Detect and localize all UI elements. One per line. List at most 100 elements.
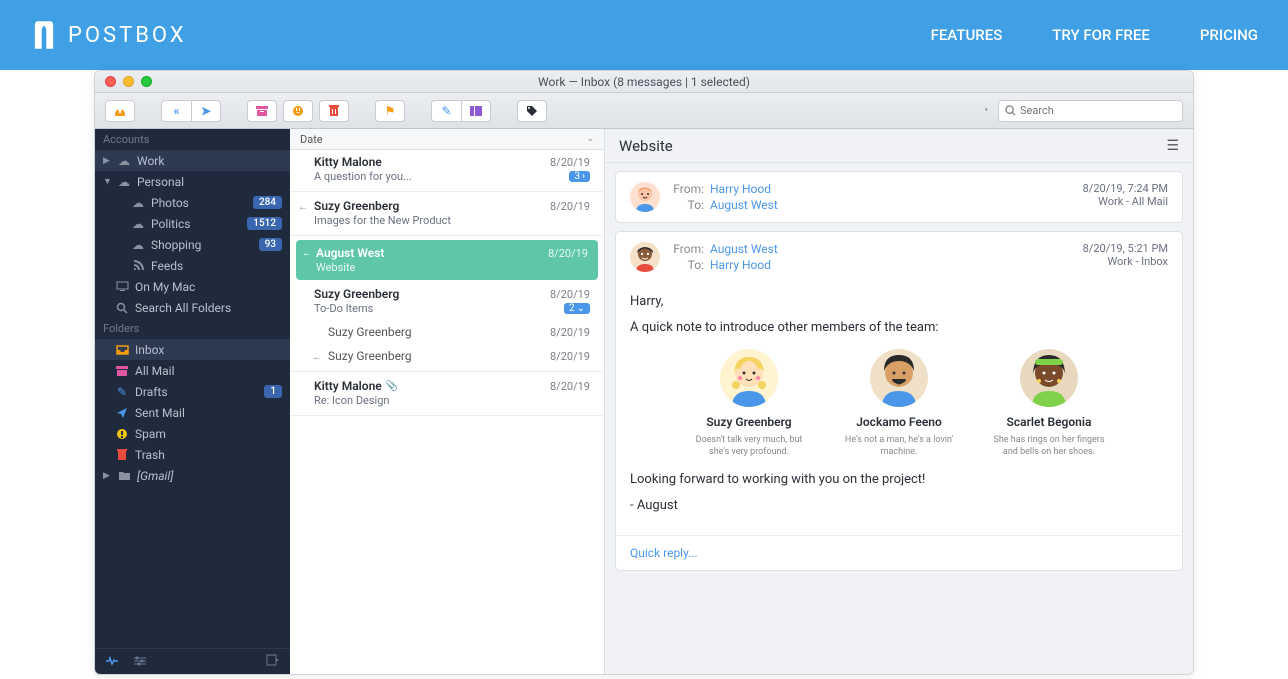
cloud-icon: ☁ <box>131 217 145 231</box>
message-row[interactable]: Kitty Malone 📎 8/20/19 Re: Icon Design <box>290 374 604 416</box>
folder-photos[interactable]: ☁ Photos 284 <box>95 192 290 213</box>
send-icon <box>115 406 129 420</box>
edit-group: ✎ <box>431 100 491 122</box>
avatar <box>630 242 660 272</box>
cloud-icon: ☁ <box>117 154 131 168</box>
search-icon <box>1005 105 1016 116</box>
flag-button[interactable]: ⚑ <box>375 100 405 122</box>
avatar <box>630 182 660 212</box>
junk-button[interactable] <box>283 100 313 122</box>
email-timestamp: 8/20/19, 5:21 PM <box>1083 242 1168 255</box>
email-content: Harry, A quick note to introduce other m… <box>616 282 1182 535</box>
folder-feeds[interactable]: Feeds <box>95 255 290 276</box>
chevron-down-icon: ▼ <box>103 176 111 187</box>
tag-button[interactable] <box>517 100 547 122</box>
app-window: Work — Inbox (8 messages | 1 selected) «… <box>94 70 1194 675</box>
message-row-thread-child[interactable]: ← Suzy Greenberg 8/20/19 <box>290 344 604 372</box>
rss-icon <box>131 259 145 273</box>
folder-shopping[interactable]: ☁ Shopping 93 <box>95 234 290 255</box>
message-row[interactable]: ← Suzy Greenberg 8/20/19 Images for the … <box>290 194 604 236</box>
toolbar-separator: • <box>985 105 988 116</box>
email-timestamp: 8/20/19, 7:24 PM <box>1083 182 1168 195</box>
search-box[interactable] <box>998 100 1183 122</box>
folder-inbox[interactable]: Inbox <box>95 339 290 360</box>
pencil-icon: ✎ <box>115 385 129 399</box>
close-window-button[interactable] <box>105 76 116 87</box>
search-input[interactable] <box>1020 104 1176 117</box>
sidebar: Accounts ▶ ☁ Work ▼ ☁ Personal ☁ Photos … <box>95 129 290 674</box>
activity-icon[interactable] <box>105 655 119 669</box>
message-row-thread-child[interactable]: Suzy Greenberg 8/20/19 <box>290 320 604 344</box>
team-member: Suzy Greenberg Doesn't talk very much, b… <box>689 349 809 458</box>
archive-icon <box>115 364 129 378</box>
chevron-right-icon: ▶ <box>103 471 111 481</box>
forward-button[interactable]: ➤ <box>191 100 221 122</box>
warning-icon <box>115 427 129 441</box>
get-mail-button[interactable] <box>105 100 135 122</box>
folder-all-mail[interactable]: All Mail <box>95 360 290 381</box>
replied-icon: ← <box>312 352 322 363</box>
nav-pricing[interactable]: PRICING <box>1200 26 1258 44</box>
folder-drafts[interactable]: ✎ Drafts 1 <box>95 381 290 402</box>
inbox-icon <box>115 343 129 357</box>
site-logo: POSTBOX <box>30 19 187 51</box>
quick-reply-field[interactable]: Quick reply... <box>616 535 1182 570</box>
folder-trash[interactable]: Trash <box>95 444 290 465</box>
account-on-my-mac[interactable]: On My Mac <box>95 276 290 297</box>
delete-button[interactable] <box>319 100 349 122</box>
count-badge: 284 <box>253 196 282 209</box>
replied-icon: ← <box>298 202 308 213</box>
preview-pane: Website ☰ From: Harry Hood To: August <box>605 129 1193 674</box>
edit-button[interactable]: ✎ <box>431 100 461 122</box>
team-row: Suzy Greenberg Doesn't talk very much, b… <box>630 349 1168 458</box>
folder-icon <box>117 469 131 483</box>
reply-forward-group: « ➤ <box>161 100 221 122</box>
message-row[interactable]: Kitty Malone 8/20/19 A question for you.… <box>290 150 604 192</box>
window-title: Work — Inbox (8 messages | 1 selected) <box>538 75 750 89</box>
folder-sent-mail[interactable]: Sent Mail <box>95 402 290 423</box>
from-label: From: <box>670 182 710 196</box>
count-badge: 1 <box>264 385 282 398</box>
count-badge: 1512 <box>247 217 282 230</box>
avatar <box>1020 349 1078 407</box>
account-personal[interactable]: ▼ ☁ Personal <box>95 171 290 192</box>
message-row[interactable]: Suzy Greenberg 8/20/19 To-Do Items 2⌄ <box>290 282 604 320</box>
attachment-icon: 📎 <box>386 381 398 392</box>
nav-try-for-free[interactable]: TRY FOR FREE <box>1052 26 1150 44</box>
message-list: Date ⌄ Kitty Malone 8/20/19 A question f… <box>290 129 605 674</box>
chevron-right-icon: ▶ <box>103 156 111 166</box>
maximize-window-button[interactable] <box>141 76 152 87</box>
folder-politics[interactable]: ☁ Politics 1512 <box>95 213 290 234</box>
preview-menu-icon[interactable]: ☰ <box>1166 138 1179 154</box>
compose-icon[interactable] <box>266 654 280 669</box>
email-thread-collapsed[interactable]: From: Harry Hood To: August West 8/20/19… <box>615 171 1183 223</box>
to-label: To: <box>670 198 710 212</box>
folder-gmail[interactable]: ▶ [Gmail] <box>95 465 290 486</box>
to-label: To: <box>670 258 710 272</box>
settings-icon[interactable] <box>133 655 147 669</box>
reply-all-button[interactable]: « <box>161 100 191 122</box>
message-row-selected[interactable]: ← August West 8/20/19 Website <box>296 240 598 280</box>
email-folder: Work - All Mail <box>1083 195 1168 208</box>
folder-spam[interactable]: Spam <box>95 423 290 444</box>
monitor-icon <box>115 280 129 294</box>
avatar <box>720 349 778 407</box>
window-controls <box>105 76 152 87</box>
search-all-folders[interactable]: Search All Folders <box>95 297 290 318</box>
archive-button[interactable] <box>247 100 277 122</box>
minimize-window-button[interactable] <box>123 76 134 87</box>
cloud-icon: ☁ <box>117 175 131 189</box>
sidebar-footer <box>95 648 290 674</box>
replied-icon: ← <box>302 248 312 259</box>
avatar <box>870 349 928 407</box>
nav-features[interactable]: FEATURES <box>931 26 1003 44</box>
email-thread-expanded: From: August West To: Harry Hood 8/20/19… <box>615 231 1183 571</box>
email-folder: Work - Inbox <box>1083 255 1168 268</box>
layout-button[interactable] <box>461 100 491 122</box>
thread-count-badge: 3› <box>569 171 590 182</box>
preview-header: Website ☰ <box>605 129 1193 163</box>
brand-text: POSTBOX <box>68 23 187 48</box>
message-list-header[interactable]: Date ⌄ <box>290 129 604 150</box>
account-work[interactable]: ▶ ☁ Work <box>95 150 290 171</box>
title-bar: Work — Inbox (8 messages | 1 selected) <box>95 71 1193 93</box>
